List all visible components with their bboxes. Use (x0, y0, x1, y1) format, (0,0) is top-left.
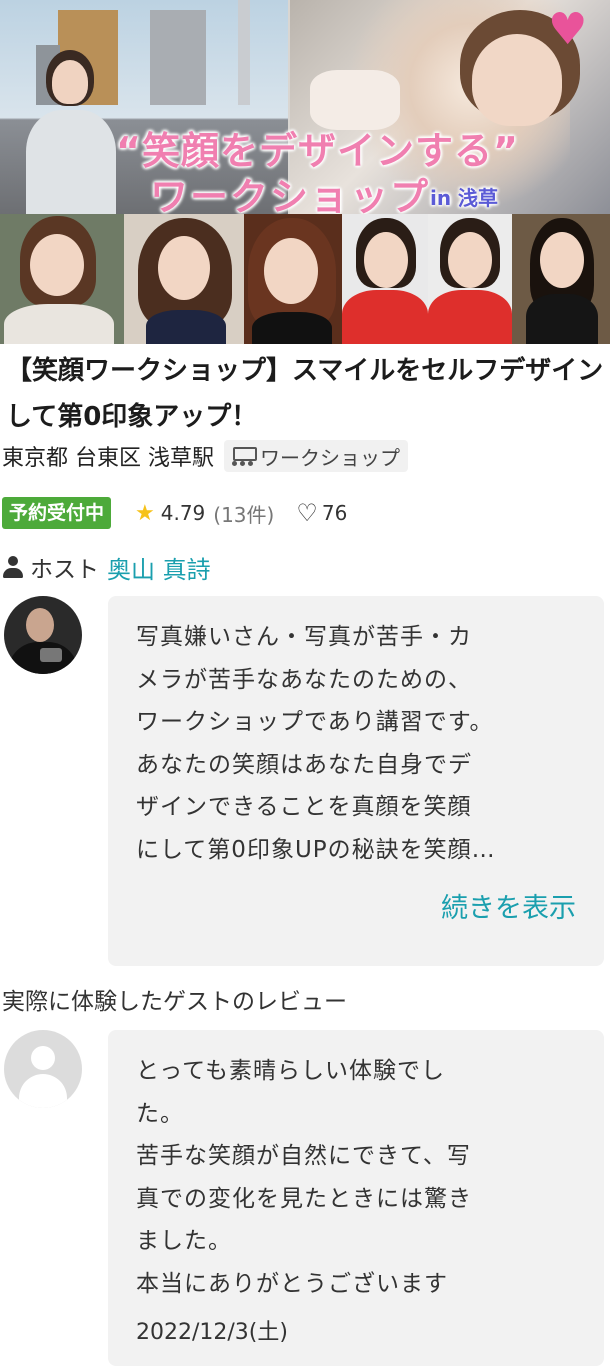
host-avatar[interactable] (4, 596, 82, 674)
host-name-link[interactable]: 奥山 真詩 (107, 550, 211, 585)
photo-tile (0, 214, 124, 344)
hero-banner[interactable]: ♥ “笑顔をデザインする” ワークショップ in 浅草 (0, 0, 610, 344)
heart-icon: ♥ (548, 4, 588, 55)
likes-count: 76 (321, 501, 348, 525)
heart-outline-icon[interactable]: ♡ (296, 499, 318, 527)
photo-tile (124, 214, 244, 344)
guest-avatar (4, 1030, 82, 1108)
photo-tile (244, 214, 342, 344)
host-description: 写真嫌いさん・写真が苦手・カ メラが苦手なあなたのための、 ワークショップであり… (136, 624, 496, 863)
category-chip[interactable]: ワークショップ (224, 440, 408, 472)
review-text: とっても素晴らしい体験でし た。 苦手な笑顔が自然にできて、写 真での変化を見た… (136, 1058, 472, 1297)
review-date: 2022/12/3(土) (136, 1320, 288, 1345)
status-badge: 予約受付中 (2, 497, 112, 529)
banner-title-line2: ワークショップ (150, 175, 431, 219)
photo-tile (428, 214, 512, 344)
meeting-icon (230, 445, 257, 467)
host-label: ホスト (30, 557, 99, 583)
location-row: 東京都 台東区 浅草駅 ワークショップ (2, 439, 408, 473)
read-more-link[interactable]: 続きを表示 (441, 886, 576, 925)
banner-location-tag: in 浅草 (430, 186, 499, 210)
category-label: ワークショップ (260, 445, 400, 470)
location-text: 東京都 台東区 浅草駅 (2, 446, 214, 471)
host-row: ホスト 奥山 真詩 (2, 548, 211, 586)
banner-title: “笑顔をデザインする” ワークショップ in 浅草 (104, 120, 518, 219)
star-icon: ★ (135, 500, 155, 526)
banner-face-strip (0, 214, 610, 344)
rating-value: 4.79 (160, 501, 206, 525)
review-count[interactable]: (13件) (213, 499, 274, 528)
photo-tile (512, 214, 610, 344)
photo-tile (342, 214, 428, 344)
reviews-heading: 実際に体験したゲストのレビュー (2, 989, 347, 1015)
status-row: 予約受付中 ★ 4.79 (13件) ♡ 76 (2, 496, 347, 530)
listing-title: 【笑顔ワークショップ】スマイルをセルフデザインして第0印象アップ！ (6, 356, 604, 432)
review-bubble: とっても素晴らしい体験でし た。 苦手な笑顔が自然にできて、写 真での変化を見た… (108, 1030, 604, 1366)
person-icon (2, 556, 24, 578)
host-description-bubble: 写真嫌いさん・写真が苦手・カ メラが苦手なあなたのための、 ワークショップであり… (108, 596, 604, 966)
